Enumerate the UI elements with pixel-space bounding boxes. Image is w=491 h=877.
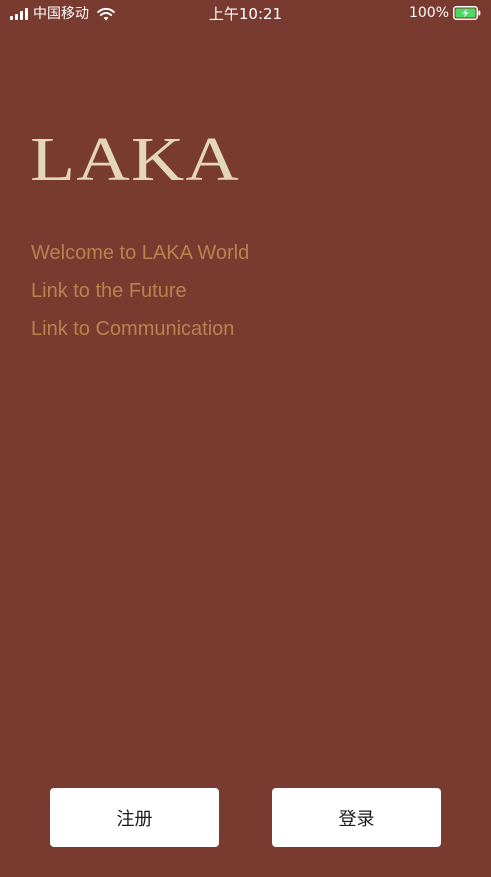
svg-text:LAKA: LAKA <box>30 133 240 185</box>
welcome-text: Welcome to LAKA World Link to the Future… <box>31 234 249 348</box>
status-right: 100% <box>409 5 481 21</box>
login-button[interactable]: 登录 <box>272 788 441 847</box>
battery-percentage: 100% <box>408 5 449 21</box>
status-bar: 中国移动 上午10:21 100% <box>0 0 491 30</box>
laka-logo: LAKA <box>30 133 240 185</box>
welcome-line: Welcome to LAKA World <box>31 242 250 264</box>
app-screen: 中国移动 上午10:21 100% LAKA Welcome to LAKA W… <box>0 0 491 877</box>
tagline-communication: Link to Communication <box>31 318 235 340</box>
battery-charging-icon <box>453 6 481 20</box>
tagline-future: Link to the Future <box>31 280 187 302</box>
register-button[interactable]: 注册 <box>50 788 219 847</box>
